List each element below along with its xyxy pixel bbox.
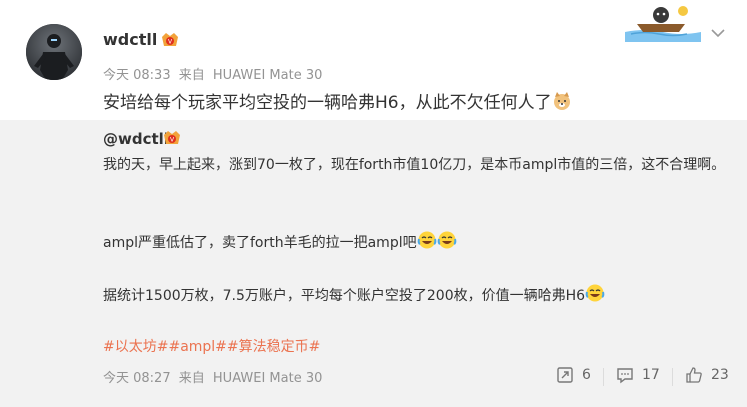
comment-button[interactable]: 17 — [616, 366, 660, 384]
laugh-cry-emoji-icon — [437, 230, 457, 259]
doge-emoji-icon — [552, 91, 572, 116]
repost-time[interactable]: 今天 08:27 — [103, 371, 171, 386]
repost-paragraph-3-text: 据统计1500万枚，7.5万账户，平均每个账户空投了200枚，价值一辆哈弗H6 — [103, 288, 586, 304]
like-button[interactable]: 23 — [685, 366, 729, 384]
chevron-down-icon[interactable] — [710, 24, 726, 38]
comment-count: 17 — [642, 367, 660, 383]
vip-badge-icon[interactable]: V — [160, 31, 180, 49]
post-text: 安培给每个玩家平均空投的一辆哈弗H6，从此不欠任何人了 — [103, 88, 572, 116]
avatar[interactable] — [26, 24, 82, 80]
post-meta: 今天 08:33 来自 HUAWEI Mate 30 — [103, 64, 326, 83]
topic-tags[interactable]: #以太坊##ampl##算法稳定币# — [103, 336, 320, 356]
post-source[interactable]: HUAWEI Mate 30 — [213, 68, 322, 83]
username[interactable]: wdctll — [103, 30, 157, 49]
weibo-post: wdctll V 今天 08:33 来自 HUAWEI Mate 30 安培给每… — [0, 0, 747, 407]
laugh-cry-emoji-icon — [585, 283, 605, 312]
action-divider — [603, 368, 604, 386]
source-prefix: 来自 — [178, 68, 205, 83]
repost-source[interactable]: HUAWEI Mate 30 — [213, 371, 322, 386]
comment-icon — [617, 368, 633, 384]
repost-meta: 今天 08:27 来自 HUAWEI Mate 30 — [103, 367, 326, 386]
repost-paragraph-2: ampl严重低估了，卖了forth羊毛的拉一把ampl吧 — [103, 230, 728, 259]
post-text-content: 安培给每个玩家平均空投的一辆哈弗H6，从此不欠任何人了 — [103, 93, 552, 113]
card-decoration-icon — [625, 2, 701, 42]
repost-paragraph-2-text: ampl严重低估了，卖了forth羊毛的拉一把ampl吧 — [103, 235, 417, 251]
repost-button[interactable]: 6 — [556, 366, 591, 384]
action-divider — [672, 368, 673, 386]
post-time[interactable]: 今天 08:33 — [103, 68, 171, 83]
like-icon — [686, 367, 702, 383]
repost-username[interactable]: @wdctll — [103, 130, 169, 148]
repost-paragraph-3: 据统计1500万枚，7.5万账户，平均每个账户空投了200枚，价值一辆哈弗H6 — [103, 283, 728, 312]
repost-icon — [557, 367, 573, 383]
vip-badge-icon[interactable]: V — [162, 129, 182, 147]
laugh-cry-emoji-icon — [417, 230, 437, 259]
like-count: 23 — [711, 367, 729, 383]
repost-count: 6 — [582, 367, 591, 383]
source-prefix: 来自 — [178, 371, 205, 386]
repost-paragraph-1: 我的天，早上起来，涨到70一枚了，现在forth市值10亿刀，是本币ampl市值… — [103, 157, 726, 173]
